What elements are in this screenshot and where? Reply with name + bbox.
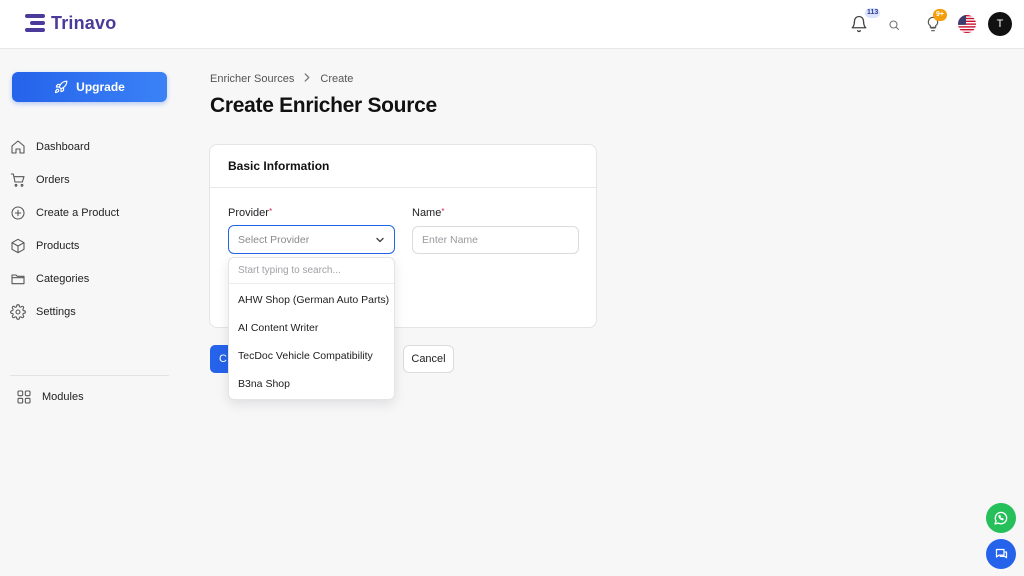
brand-logo-icon bbox=[25, 12, 45, 34]
search-icon bbox=[889, 20, 900, 31]
cancel-button[interactable]: Cancel bbox=[403, 345, 454, 373]
sidebar-item-label: Create a Product bbox=[36, 207, 120, 219]
whatsapp-button[interactable] bbox=[986, 503, 1016, 533]
brand-logo[interactable]: Trinavo bbox=[25, 12, 116, 34]
top-bar: Trinavo 113 9+ T bbox=[0, 0, 1024, 49]
provider-dropdown: Start typing to search... AHW Shop (Germ… bbox=[228, 257, 395, 400]
chat-icon bbox=[995, 548, 1007, 558]
provider-option[interactable]: B3na Shop bbox=[238, 378, 290, 390]
provider-search-placeholder: Start typing to search... bbox=[238, 265, 341, 276]
provider-option[interactable]: AHW Shop (German Auto Parts) bbox=[238, 294, 389, 306]
upgrade-button[interactable]: Upgrade bbox=[12, 72, 167, 102]
name-input[interactable]: Enter Name bbox=[412, 226, 579, 254]
sidebar-item-products[interactable]: Products bbox=[10, 234, 170, 258]
box-icon bbox=[10, 238, 26, 254]
plus-circle-icon bbox=[10, 205, 26, 221]
breadcrumb-current: Create bbox=[320, 73, 354, 85]
tips-button[interactable]: 9+ bbox=[925, 9, 947, 32]
sidebar-item-label: Settings bbox=[36, 306, 76, 318]
search-button[interactable] bbox=[888, 18, 900, 31]
sidebar-item-label: Orders bbox=[36, 174, 70, 186]
provider-select-placeholder: Select Provider bbox=[238, 233, 310, 246]
name-input-placeholder: Enter Name bbox=[422, 234, 479, 246]
sidebar-item-label: Categories bbox=[36, 273, 90, 285]
required-mark: * bbox=[268, 207, 273, 216]
breadcrumb: Enricher Sources Create bbox=[210, 73, 353, 85]
breadcrumb-parent-link[interactable]: Enricher Sources bbox=[210, 73, 294, 85]
provider-option[interactable]: TecDoc Vehicle Compatibility bbox=[238, 350, 373, 362]
name-label-text: Name bbox=[412, 207, 442, 219]
sidebar-item-dashboard[interactable]: Dashboard bbox=[10, 135, 170, 159]
notifications-button[interactable]: 113 bbox=[850, 8, 881, 33]
sidebar-item-modules[interactable]: Modules bbox=[16, 385, 176, 409]
sidebar-item-label: Products bbox=[36, 240, 80, 252]
chat-button[interactable] bbox=[986, 539, 1016, 569]
notifications-badge: 113 bbox=[865, 8, 881, 18]
bell-icon bbox=[851, 15, 867, 33]
gear-icon bbox=[10, 304, 26, 320]
grid-icon bbox=[16, 389, 32, 405]
page-title: Create Enricher Source bbox=[210, 94, 437, 117]
card-header: Basic Information bbox=[210, 145, 596, 188]
provider-label: Provider* bbox=[228, 207, 272, 219]
language-selector[interactable] bbox=[958, 15, 976, 33]
sidebar-item-label: Modules bbox=[42, 391, 84, 403]
cancel-button-label: Cancel bbox=[411, 353, 446, 365]
sidebar-divider bbox=[10, 375, 169, 376]
brand-name: Trinavo bbox=[51, 12, 117, 33]
name-label: Name* bbox=[412, 207, 444, 219]
section-title: Basic Information bbox=[228, 159, 330, 173]
rocket-icon bbox=[55, 80, 68, 94]
tips-badge: 9+ bbox=[933, 9, 947, 21]
provider-search-input[interactable]: Start typing to search... bbox=[229, 258, 394, 284]
sidebar-item-orders[interactable]: Orders bbox=[10, 168, 170, 192]
folder-icon bbox=[10, 271, 26, 287]
whatsapp-icon bbox=[994, 511, 1008, 525]
provider-label-text: Provider bbox=[228, 207, 269, 219]
sidebar-item-label: Dashboard bbox=[36, 141, 90, 153]
chevron-down-icon bbox=[375, 235, 385, 248]
create-button-label: C bbox=[219, 353, 227, 365]
required-mark: * bbox=[441, 207, 445, 216]
sidebar-item-categories[interactable]: Categories bbox=[10, 267, 170, 291]
sidebar-item-settings[interactable]: Settings bbox=[10, 300, 170, 324]
home-icon bbox=[10, 139, 26, 155]
sidebar-item-create-product[interactable]: Create a Product bbox=[10, 201, 170, 225]
provider-option[interactable]: AI Content Writer bbox=[238, 322, 318, 334]
us-flag-icon bbox=[958, 15, 976, 33]
chevron-right-icon bbox=[303, 73, 311, 85]
provider-select[interactable]: Select Provider bbox=[228, 225, 395, 254]
user-avatar[interactable]: T bbox=[988, 12, 1012, 36]
cart-icon bbox=[10, 172, 26, 188]
upgrade-label: Upgrade bbox=[76, 80, 125, 94]
